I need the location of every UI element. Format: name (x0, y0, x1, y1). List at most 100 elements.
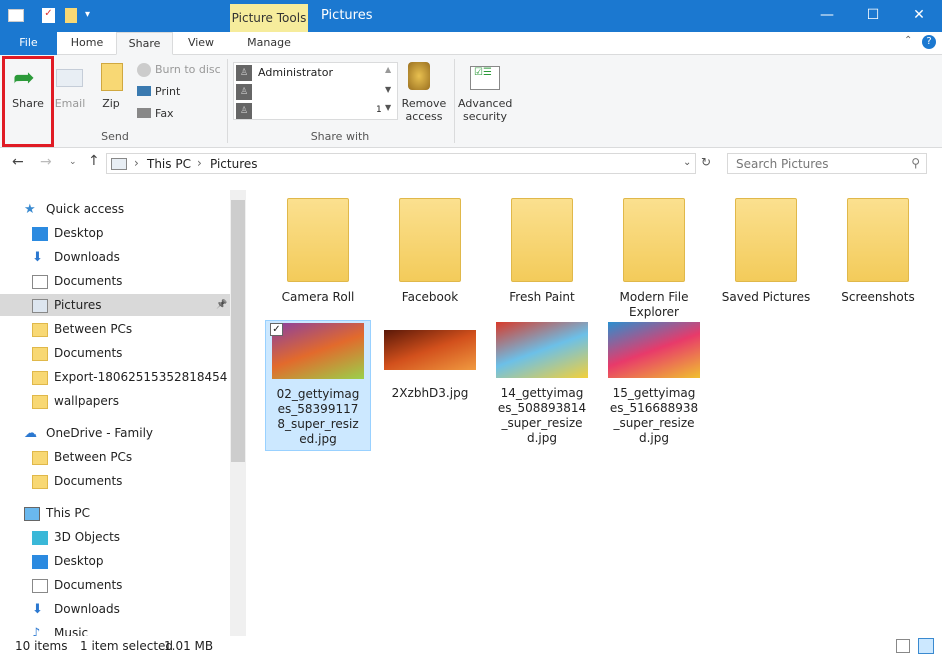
explorer-icon (8, 9, 24, 22)
nav-item-label: Desktop (54, 554, 104, 568)
folder-name: Modern File Explorer (619, 290, 689, 319)
folder-item[interactable]: Camera Roll (265, 198, 371, 305)
nav-item[interactable]: Documents📌 (32, 270, 122, 292)
properties-icon[interactable]: ✓ (42, 8, 55, 23)
chevron-down-icon[interactable]: ⌄ (683, 157, 691, 168)
burn-to-disc-button[interactable]: Burn to disc (155, 63, 221, 76)
new-folder-icon[interactable] (65, 8, 77, 23)
scroll-down-icon[interactable]: ▼ (385, 85, 391, 94)
zip-button[interactable]: Zip (96, 97, 126, 110)
nav-item-label: This PC (46, 506, 90, 520)
nav-item[interactable]: 3D Objects (32, 526, 120, 548)
pin-icon[interactable]: 📌 (216, 294, 227, 316)
maximize-button[interactable]: ☐ (850, 0, 896, 32)
folder-item[interactable]: Saved Pictures (713, 198, 819, 305)
folder-name: Saved Pictures (721, 290, 811, 304)
nav-item[interactable]: ⬇ Downloads (32, 598, 120, 620)
nav-item[interactable]: ★ Quick access (24, 198, 124, 220)
nav-item-label: Documents (54, 578, 123, 592)
nav-item[interactable]: Documents (32, 470, 122, 492)
pictures-icon (32, 298, 48, 313)
share-with-list[interactable]: ♙ Administrator ♙ ♙ 1 ▲ ▼ ▼ (233, 62, 398, 120)
tab-share[interactable]: Share (116, 32, 173, 55)
print-button[interactable]: Print (155, 85, 180, 98)
nav-scrollbar[interactable] (230, 190, 246, 636)
scrollbar-thumb[interactable] (231, 200, 245, 462)
user-row[interactable]: ♙ (236, 83, 384, 101)
details-view-icon[interactable] (896, 639, 910, 653)
status-bar: 10 items 1 item selected 1.01 MB (0, 636, 942, 658)
collapse-ribbon-icon[interactable]: ⌃ (904, 35, 912, 46)
nav-item[interactable]: Between PCs (32, 318, 132, 340)
nav-item[interactable]: Documents (32, 574, 122, 596)
navigation-pane: ★ Quick access Desktop📌 ⬇ Downloads 📌 Document… (0, 190, 230, 636)
minimize-button[interactable]: — (804, 0, 850, 32)
nav-item[interactable]: Desktop📌 (32, 222, 104, 244)
file-item[interactable]: 15_gettyimages_516688938_super_resized.j… (601, 320, 707, 449)
title-bar: ✓ ▾ Picture Tools Pictures — ☐ ✕ (0, 0, 942, 32)
nav-item-label: Downloads (54, 250, 120, 264)
nav-item[interactable]: ☁ OneDrive - Family (24, 422, 153, 444)
nav-item[interactable]: Documents (32, 342, 122, 364)
nav-item[interactable]: ♪ Music (32, 622, 88, 636)
remove-access-button[interactable]: Remove access (400, 97, 448, 123)
pictures-icon (111, 158, 127, 170)
fax-button[interactable]: Fax (155, 107, 174, 120)
tab-view[interactable]: View (173, 32, 229, 55)
nav-item[interactable]: Desktop (32, 550, 104, 572)
folder-icon (32, 346, 48, 361)
email-button[interactable]: Email (52, 97, 88, 110)
file-item[interactable]: ✓ 02_gettyimages_583991178_super_resized.… (265, 320, 371, 451)
file-name: 15_gettyimages_516688938_super_resized.j… (609, 386, 699, 445)
folder-icon (399, 198, 461, 282)
user-row[interactable]: ♙ Administrator (236, 64, 384, 82)
folder-item[interactable]: Fresh Paint (489, 198, 595, 305)
back-icon[interactable]: ← (12, 154, 24, 170)
file-item[interactable]: 14_gettyimages_508893814_super_resized.j… (489, 320, 595, 449)
folder-item[interactable]: Facebook (377, 198, 483, 305)
send-group-label: Send (101, 130, 129, 143)
nav-item[interactable]: Export-18062515352818454 0ea885 (32, 366, 230, 388)
recent-locations-icon[interactable]: ⌄ (69, 157, 77, 167)
checkbox[interactable]: ✓ (270, 323, 283, 336)
help-icon[interactable]: ? (922, 35, 936, 49)
address-bar[interactable]: › This PC › Pictures ⌄ (106, 153, 696, 174)
tab-home[interactable]: Home (58, 32, 116, 55)
nav-item-label: Documents (54, 274, 123, 288)
expand-list-icon[interactable]: ▼ (385, 103, 391, 112)
customize-toolbar-icon[interactable]: ▾ (85, 9, 90, 20)
tab-file[interactable]: File (0, 32, 57, 55)
nav-item-label: Music (54, 626, 89, 636)
zip-icon (101, 63, 123, 91)
nav-item-label: Pictures (54, 298, 102, 312)
nav-item[interactable]: ⬇Downloads📌 (32, 246, 120, 268)
folder-item[interactable]: Screenshots (825, 198, 931, 305)
file-item[interactable]: 2XzbhD3.jpg (377, 320, 483, 404)
tab-manage[interactable]: Manage (231, 32, 307, 55)
nav-item[interactable]: Between PCs (32, 446, 132, 468)
user-row[interactable]: ♙ 1 (236, 102, 384, 120)
desktop-icon (32, 554, 48, 569)
nav-item-label: OneDrive - Family (46, 426, 153, 440)
user-icon: ♙ (236, 103, 252, 119)
nav-item[interactable]: Pictures 📌 (0, 294, 230, 316)
up-icon[interactable]: ↑ (88, 153, 100, 169)
folder-icon (847, 198, 909, 282)
image-thumbnail (384, 330, 476, 370)
close-button[interactable]: ✕ (896, 0, 942, 32)
forward-icon[interactable]: → (40, 154, 52, 170)
nav-item[interactable]: This PC (24, 502, 90, 524)
advanced-security-button[interactable]: Advanced security (458, 97, 512, 123)
search-input[interactable]: Search Pictures ⚲ (727, 153, 927, 174)
document-icon (32, 274, 48, 289)
refresh-icon[interactable]: ↻ (701, 155, 711, 169)
nav-item[interactable]: wallpapers (32, 390, 119, 412)
large-icons-view-icon[interactable] (918, 638, 934, 654)
folder-item[interactable]: Modern File Explorer (601, 198, 707, 320)
scroll-up-icon[interactable]: ▲ (385, 65, 391, 74)
breadcrumb-pictures[interactable]: Pictures (210, 157, 258, 171)
breadcrumb-this-pc[interactable]: This PC (147, 157, 191, 171)
nav-item-label: Downloads (54, 602, 120, 616)
image-thumbnail (608, 322, 700, 378)
nav-item-label: Between PCs (54, 322, 133, 336)
